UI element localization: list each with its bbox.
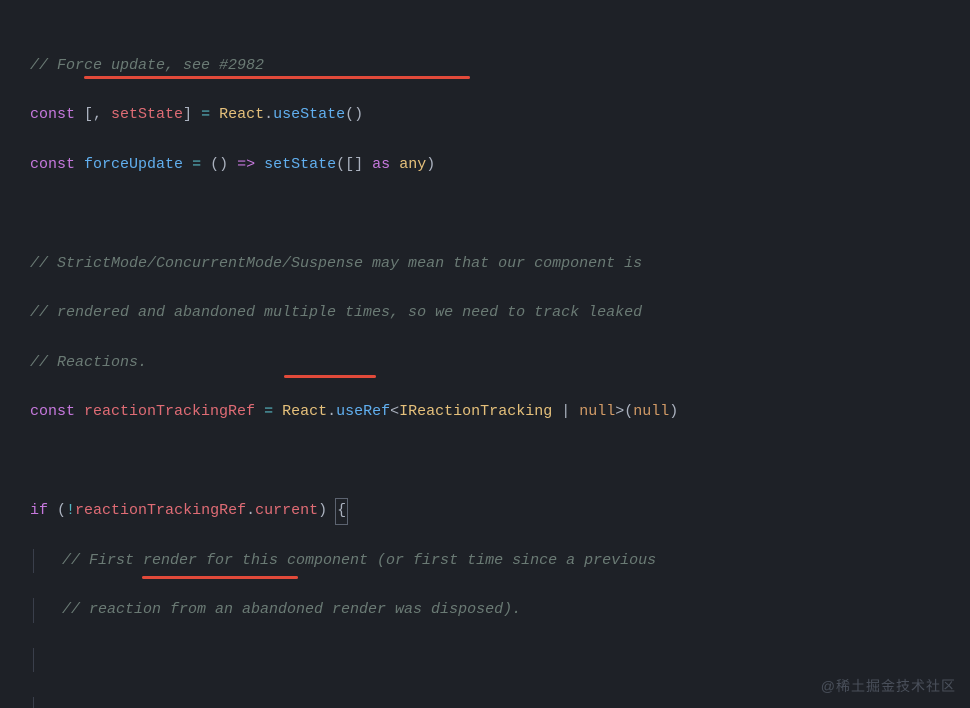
ws — [255, 156, 264, 173]
punc: ) — [318, 502, 336, 519]
punc: () — [201, 156, 237, 173]
code-line: // First render for this component (or f… — [30, 549, 970, 574]
ws — [75, 403, 84, 420]
ws — [255, 403, 264, 420]
code-line: const reactionTrackingRef = React.useRef… — [30, 400, 970, 425]
punc: . — [246, 502, 255, 519]
comment: // Force update, see #2982 — [30, 57, 264, 74]
kw: as — [372, 156, 390, 173]
comment: // rendered and abandoned multiple times… — [30, 304, 642, 321]
ws — [183, 156, 192, 173]
red-underline-annotation — [284, 375, 376, 378]
code-line: // rendered and abandoned multiple times… — [30, 301, 970, 326]
kw: const — [30, 156, 75, 173]
null: null — [579, 403, 615, 420]
ident: React — [282, 403, 327, 420]
code-line: // reaction from an abandoned render was… — [30, 598, 970, 623]
code-line: const forceUpdate = () => setState([] as… — [30, 153, 970, 178]
ws — [390, 156, 399, 173]
code-editor[interactable]: // Force update, see #2982 const [, setS… — [0, 0, 970, 708]
indent-guide — [33, 697, 63, 708]
punc: < — [390, 403, 399, 420]
ws — [210, 106, 219, 123]
punc: ( — [48, 502, 66, 519]
type: IReactionTracking — [399, 403, 552, 420]
op: = — [264, 403, 273, 420]
fn: setState — [264, 156, 336, 173]
comment: // reaction from an abandoned render was… — [62, 601, 521, 618]
punc: ) — [669, 403, 678, 420]
null: null — [633, 403, 669, 420]
comment: // First render for this component (or f… — [62, 552, 656, 569]
code-line: // Force update, see #2982 — [30, 54, 970, 79]
punc: [, — [75, 106, 111, 123]
ident: forceUpdate — [84, 156, 183, 173]
indent-guide — [33, 549, 63, 574]
red-underline-annotation — [142, 576, 298, 579]
indent-guide — [33, 648, 63, 673]
cursor-bracket: { — [336, 499, 347, 524]
ws — [273, 403, 282, 420]
ident: React — [219, 106, 264, 123]
arrow: => — [237, 156, 255, 173]
punc: ) — [426, 156, 435, 173]
blank-line — [30, 697, 970, 708]
kw: const — [30, 403, 75, 420]
op: ! — [66, 502, 75, 519]
op: = — [201, 106, 210, 123]
punc: >( — [615, 403, 633, 420]
punc: . — [327, 403, 336, 420]
fn: useState — [273, 106, 345, 123]
ws — [75, 156, 84, 173]
code-line: // Reactions. — [30, 351, 970, 376]
ident: reactionTrackingRef — [84, 403, 255, 420]
watermark: @稀土掘金技术社区 — [821, 675, 956, 698]
punc: ] — [183, 106, 201, 123]
ident: reactionTrackingRef — [75, 502, 246, 519]
punc: () — [345, 106, 363, 123]
ident: setState — [111, 106, 183, 123]
kw: const — [30, 106, 75, 123]
fn: useRef — [336, 403, 390, 420]
red-underline-annotation — [84, 76, 470, 79]
prop: current — [255, 502, 318, 519]
punc: . — [264, 106, 273, 123]
code-line: if (!reactionTrackingRef.current) { — [30, 499, 970, 524]
op: = — [192, 156, 201, 173]
comment: // Reactions. — [30, 354, 147, 371]
blank-line — [30, 202, 970, 227]
comment: // StrictMode/ConcurrentMode/Suspense ma… — [30, 255, 642, 272]
indent-guide — [33, 598, 63, 623]
kw: if — [30, 502, 48, 519]
punc: ([] — [336, 156, 372, 173]
punc: | — [552, 403, 579, 420]
type: any — [399, 156, 426, 173]
blank-line — [30, 450, 970, 475]
code-line: const [, setState] = React.useState() — [30, 103, 970, 128]
code-line: // StrictMode/ConcurrentMode/Suspense ma… — [30, 252, 970, 277]
blank-line — [30, 648, 970, 673]
